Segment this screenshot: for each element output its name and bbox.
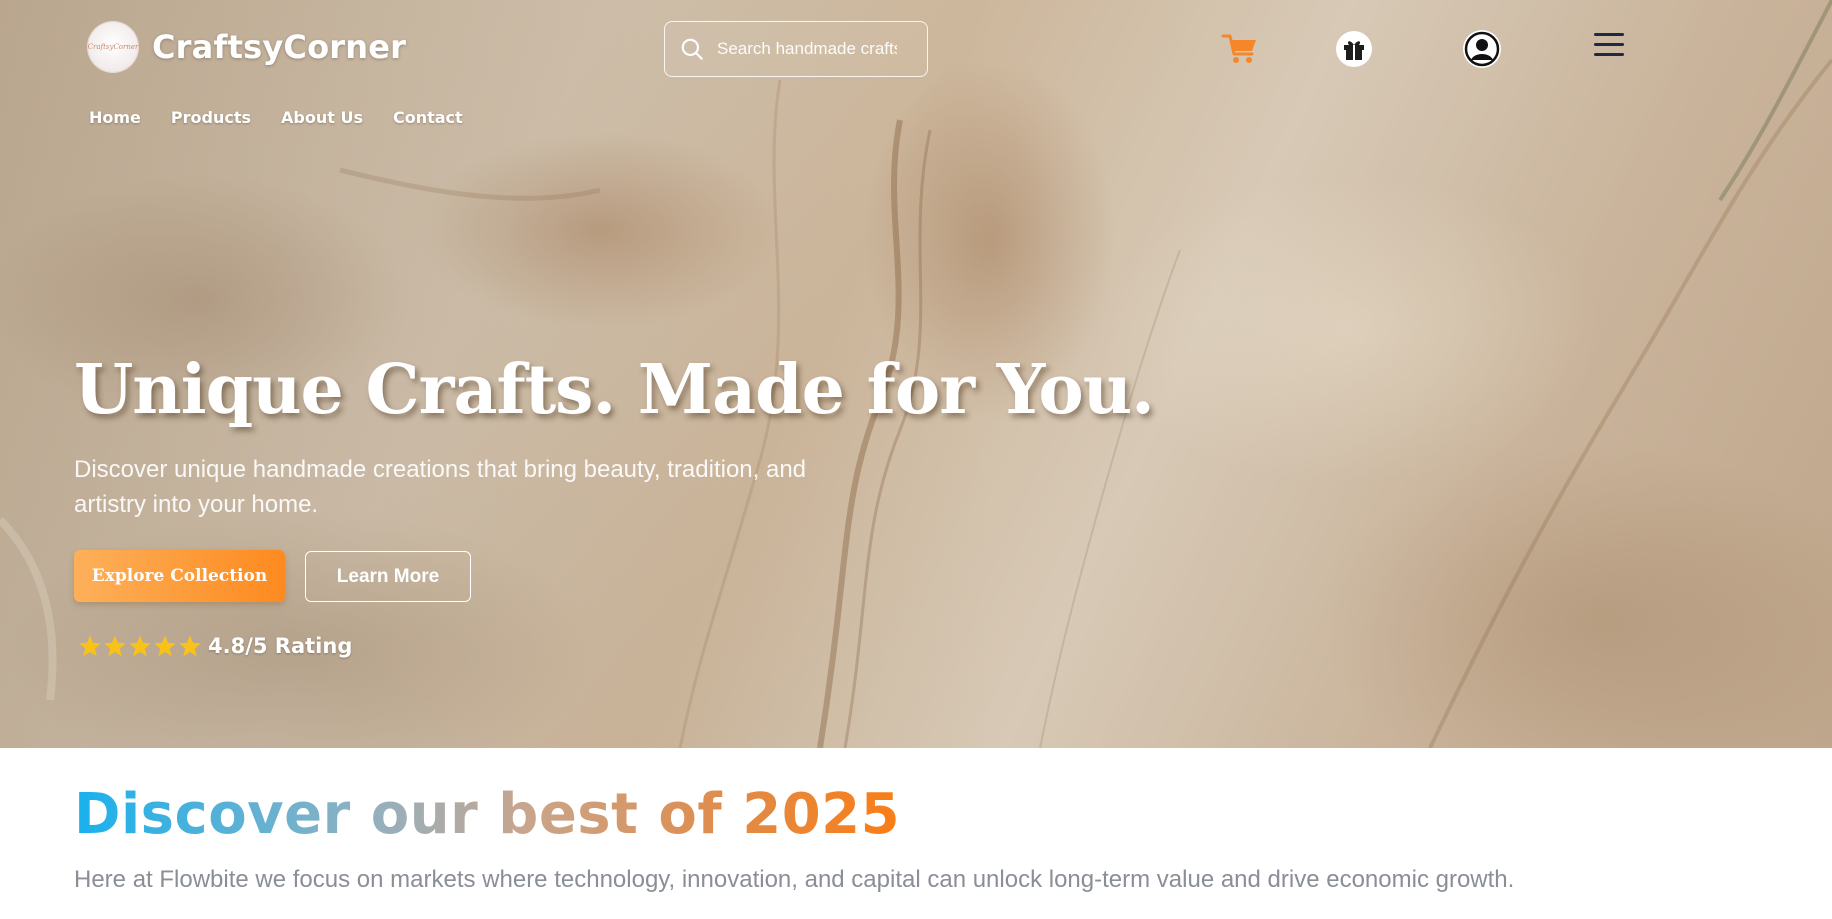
- search-input[interactable]: [715, 38, 899, 60]
- star-icon: [154, 635, 176, 657]
- cart-button[interactable]: [1221, 30, 1259, 66]
- logo-badge: CraftsyCorner: [88, 22, 138, 72]
- search-box[interactable]: [664, 21, 928, 77]
- discover-description: Here at Flowbite we focus on markets whe…: [74, 866, 1515, 893]
- star-icon: [179, 635, 201, 657]
- learn-more-button[interactable]: Learn More: [305, 551, 471, 602]
- account-button[interactable]: [1463, 30, 1501, 68]
- gift-icon: [1344, 41, 1364, 60]
- hero-subtitle: Discover unique handmade creations that …: [74, 456, 807, 518]
- nav-products[interactable]: Products: [171, 108, 251, 127]
- nav-about-us[interactable]: About Us: [281, 108, 363, 127]
- hamburger-menu-icon: [1594, 33, 1624, 56]
- star-icon: [129, 635, 151, 657]
- rating-stars: [78, 634, 202, 658]
- discover-title: Discover our best of 2025: [74, 782, 901, 847]
- brand-name: CraftsyCorner: [152, 28, 407, 66]
- nav-home[interactable]: Home: [89, 108, 141, 127]
- main-nav: Home Products About Us Contact: [89, 108, 463, 127]
- logo-badge-text: CraftsyCorner: [87, 43, 139, 51]
- hero-title: Unique Crafts. Made for You.: [74, 350, 1155, 430]
- gift-button[interactable]: [1336, 31, 1372, 67]
- user-icon: [1464, 31, 1500, 67]
- cart-icon: [1221, 34, 1256, 63]
- nav-contact[interactable]: Contact: [393, 108, 463, 127]
- star-icon: [104, 635, 126, 657]
- star-icon: [79, 635, 101, 657]
- brand-logo[interactable]: CraftsyCorner CraftsyCorner: [88, 22, 406, 72]
- search-icon: [681, 38, 703, 60]
- explore-collection-button[interactable]: Explore Collection: [74, 550, 285, 602]
- menu-button[interactable]: [1592, 28, 1626, 62]
- rating: 4.8/5 Rating: [78, 634, 352, 658]
- rating-text: 4.8/5 Rating: [208, 634, 353, 658]
